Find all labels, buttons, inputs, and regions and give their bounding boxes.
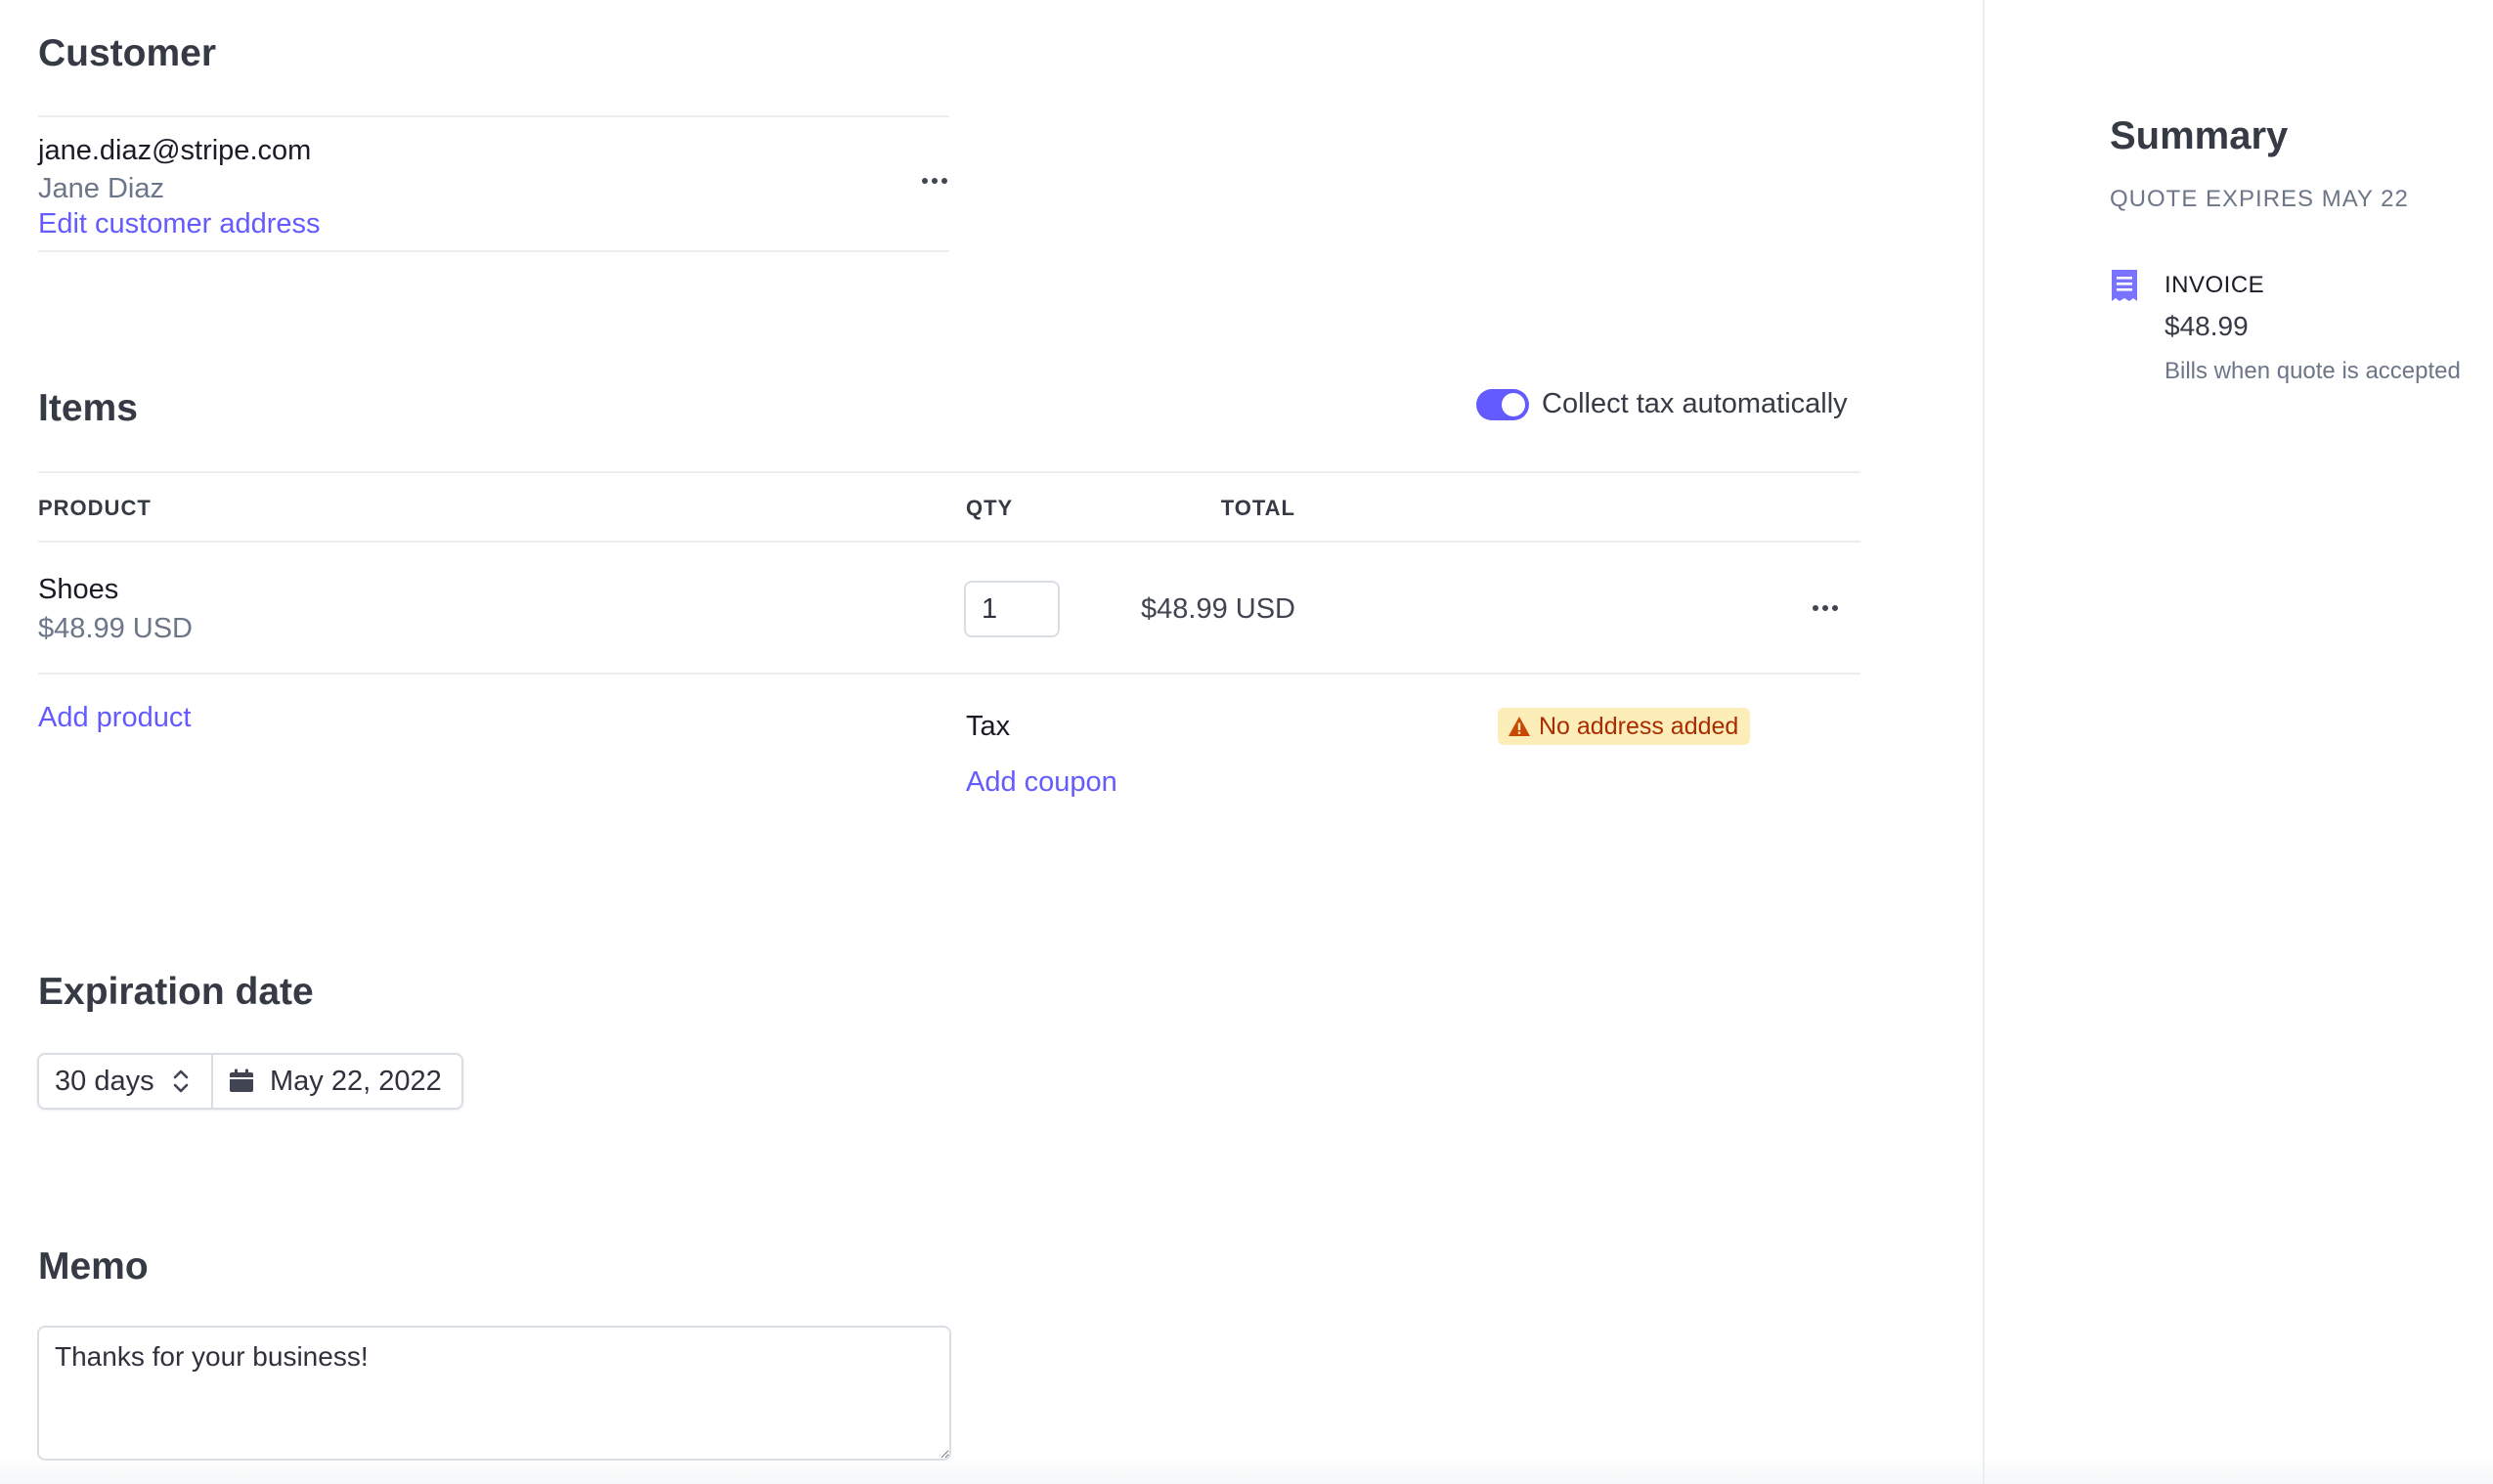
column-header-qty: QTY [966, 496, 1014, 520]
expiration-duration-value: 30 days [55, 1065, 154, 1097]
tax-label: Tax [966, 711, 1011, 742]
product-name: Shoes [38, 574, 119, 605]
invoice-amount: $48.99 [2165, 311, 2249, 341]
expiration-date-picker[interactable]: May 22, 2022 [213, 1055, 461, 1108]
tax-warning-badge: No address added [1498, 708, 1751, 745]
expiration-duration-select[interactable]: 30 days [39, 1055, 213, 1108]
customer-card: jane.diaz@stripe.com Jane Diaz Edit cust… [38, 115, 949, 252]
customer-name: Jane Diaz [38, 173, 164, 204]
items-divider [38, 471, 1860, 473]
add-product-link[interactable]: Add product [38, 702, 191, 734]
warning-triangle-icon [1509, 717, 1530, 736]
more-horizontal-icon [1813, 605, 1838, 611]
invoice-note: Bills when quote is accepted [2165, 358, 2461, 384]
quote-expiry-text: QUOTE EXPIRES MAY 22 [2110, 186, 2409, 212]
quote-editor-main: Customer jane.diaz@stripe.com Jane Diaz … [0, 0, 1983, 1484]
quantity-input[interactable] [964, 581, 1060, 637]
chevron-up-down-icon [173, 1069, 188, 1093]
more-horizontal-icon [922, 178, 947, 184]
expiration-controls: 30 days May 22, 2022 [37, 1053, 463, 1110]
items-heading: Items [38, 387, 138, 429]
calendar-icon [230, 1069, 253, 1092]
memo-textarea[interactable]: Thanks for your business! [37, 1326, 951, 1461]
add-coupon-link[interactable]: Add coupon [966, 766, 1117, 799]
expiration-date-value: May 22, 2022 [270, 1065, 442, 1097]
invoice-receipt-icon [2112, 270, 2137, 301]
row-more-button[interactable] [1806, 593, 1845, 623]
collect-tax-toggle[interactable] [1476, 389, 1529, 420]
column-header-product: PRODUCT [38, 496, 152, 520]
column-header-total: TOTAL [1220, 496, 1295, 520]
customer-email: jane.diaz@stripe.com [38, 135, 312, 166]
edit-customer-address-link[interactable]: Edit customer address [38, 208, 321, 240]
customer-more-button[interactable] [915, 166, 954, 196]
row-total: $48.99 USD [1141, 593, 1295, 625]
summary-title: Summary [2110, 114, 2289, 157]
invoice-label: INVOICE [2165, 272, 2265, 298]
memo-heading: Memo [38, 1245, 149, 1288]
customer-heading: Customer [38, 32, 217, 74]
items-header-divider [38, 541, 1860, 543]
collect-tax-label: Collect tax automatically [1542, 388, 1848, 419]
items-row-divider [38, 673, 1860, 675]
summary-panel: Summary QUOTE EXPIRES MAY 22 INVOICE $48… [1985, 0, 2493, 1484]
expiration-heading: Expiration date [38, 971, 314, 1013]
bottom-shadow [0, 1457, 2493, 1484]
product-price: $48.99 USD [38, 613, 193, 644]
tax-warning-text: No address added [1539, 712, 1739, 740]
